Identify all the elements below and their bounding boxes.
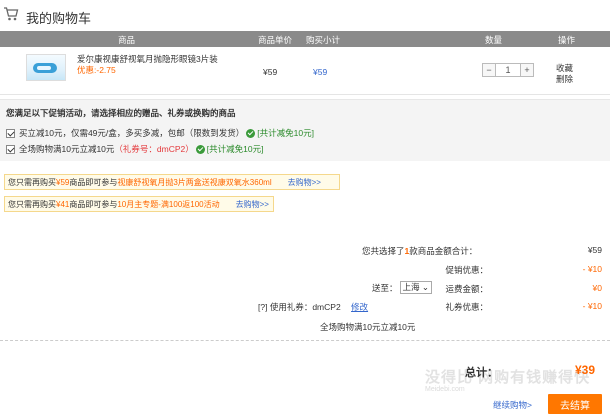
- notice-1-promo-link[interactable]: 视康舒视氧月抛3片两盒送视康双氧水360ml: [117, 177, 271, 188]
- promo-discount-label: 促销优惠：: [445, 265, 488, 275]
- table-header: 商品 商品单价 购买小计 数量 操作: [0, 31, 610, 47]
- selected-amount: ¥59: [587, 245, 602, 255]
- notice-2-shop-link[interactable]: 去购物>>: [236, 199, 269, 210]
- total-value: ¥39: [575, 363, 596, 377]
- page-title: 我的购物车: [26, 11, 92, 26]
- promo-2-result: [共计减免10元]: [206, 144, 264, 154]
- promo-notice-2: 您只需再购买 ¥41 商品即可参与 10月主专题-满100返100活动 去购物>…: [4, 196, 274, 212]
- promo-option-2: 全场购物满10元立减10元 （礼券号：dmCP2） [共计减免10元]: [6, 143, 263, 155]
- promo-1-text: 买立减10元，仅需49元/盒，多买多减，包邮（限数到发货）: [19, 128, 245, 138]
- shipping-value: ¥0: [592, 283, 602, 293]
- promo-2-coupon: （礼券号：dmCP2）: [114, 144, 194, 154]
- notice-2-promo-link[interactable]: 10月主专题-满100返100活动: [117, 199, 219, 210]
- col-product: 商品: [118, 35, 136, 45]
- qty-increase-button[interactable]: +: [520, 63, 534, 77]
- cart-item-row: 爱尔康视康舒视氧月抛隐形眼镜3片装 优惠:-2.75 ¥59 ¥59 − 1 +…: [0, 47, 610, 95]
- coupon-description: 全场购物满10元立减10元: [320, 322, 416, 332]
- summary-divider: [0, 340, 610, 341]
- promo-selection-panel: 您满足以下促销活动，请选择相应的赠品、礼券或换购的商品 买立减10元，仅需49元…: [0, 99, 610, 161]
- coupon-discount-value: - ¥10: [582, 301, 602, 311]
- col-unit-price: 商品单价: [258, 35, 293, 45]
- unit-price: ¥59: [263, 67, 278, 77]
- promo-option-1: 买立减10元，仅需49元/盒，多买多减，包邮（限数到发货） [共计减免10元]: [6, 127, 314, 139]
- favorite-link[interactable]: 收藏: [556, 63, 573, 74]
- qty-decrease-button[interactable]: −: [482, 63, 496, 77]
- total-label: 总计：: [465, 367, 498, 379]
- coupon-help-link[interactable]: [?]: [258, 302, 267, 312]
- promo-discount-value: - ¥10: [582, 264, 602, 274]
- delete-link[interactable]: 删除: [556, 74, 573, 85]
- product-discount: 优惠:-2.75: [77, 65, 116, 75]
- promo-title: 您满足以下促销活动，请选择相应的赠品、礼券或换购的商品: [6, 108, 236, 118]
- col-actions: 操作: [558, 35, 576, 45]
- coupon-discount-label: 礼券优惠：: [445, 302, 488, 312]
- col-quantity: 数量: [485, 35, 503, 45]
- checkout-button[interactable]: 去结算: [548, 394, 602, 414]
- promo-notice-1: 您只需再购买 ¥59 商品即可参与 视康舒视氧月抛3片两盒送视康双氧水360ml…: [4, 174, 340, 190]
- check-circle-icon: [195, 144, 205, 154]
- promo-1-result: [共计减免10元]: [257, 128, 314, 138]
- shopping-cart-icon: [4, 7, 19, 21]
- promo-2-checkbox[interactable]: [6, 144, 15, 154]
- row-actions: 收藏 删除: [556, 63, 573, 85]
- watermark-text: 没得比 网购有钱赚得快: [425, 369, 591, 386]
- selected-summary: 您共选择了1款商品金额合计：: [362, 246, 478, 256]
- continue-shopping-link[interactable]: 继续购物>: [493, 399, 532, 411]
- notice-1-shop-link[interactable]: 去购物>>: [288, 177, 321, 188]
- watermark-subtext: Meidebi.com: [425, 386, 465, 393]
- item-subtotal: ¥59: [313, 67, 328, 77]
- shipping-label: 运费金额：: [445, 284, 488, 294]
- col-subtotal: 购买小计: [306, 35, 341, 45]
- qty-input[interactable]: 1: [496, 63, 520, 77]
- promo-2-text: 全场购物满10元立减10元: [19, 144, 115, 154]
- promo-1-checkbox[interactable]: [6, 128, 15, 138]
- check-circle-icon: [246, 128, 256, 138]
- product-thumbnail[interactable]: [26, 54, 66, 81]
- quantity-stepper: − 1 +: [482, 63, 534, 77]
